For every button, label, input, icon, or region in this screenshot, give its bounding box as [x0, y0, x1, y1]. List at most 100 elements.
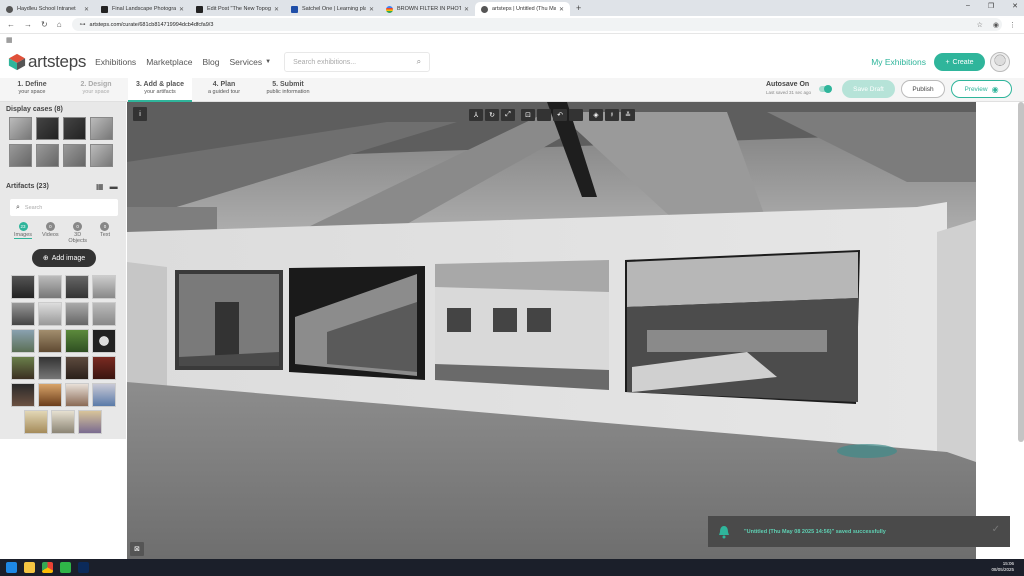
avatar[interactable]	[990, 52, 1010, 72]
nav-services[interactable]: Services ▼	[230, 57, 272, 67]
artsteps-logo[interactable]: artsteps	[8, 52, 86, 72]
nav-blog[interactable]: Blog	[203, 57, 220, 67]
display-case[interactable]	[63, 117, 86, 140]
artifact-thumbnail[interactable]	[92, 275, 116, 299]
artifact-thumbnail[interactable]	[65, 275, 89, 299]
nav-marketplace[interactable]: Marketplace	[146, 57, 192, 67]
home-icon[interactable]: ⌂	[57, 20, 62, 29]
close-icon[interactable]: ✕	[559, 6, 564, 13]
artifact-thumbnail[interactable]	[65, 356, 89, 380]
artifact-thumbnail[interactable]	[92, 302, 116, 326]
gallery-artwork[interactable]	[289, 266, 425, 380]
create-button[interactable]: + Create	[934, 53, 985, 71]
bookmark-star-icon[interactable]: ☆	[977, 21, 983, 29]
apps-grid-icon[interactable]: ▦	[6, 36, 13, 44]
artifact-thumbnail[interactable]	[11, 383, 35, 407]
close-icon[interactable]: ✕	[84, 6, 89, 13]
filter-videos[interactable]: 0 Videos	[37, 222, 63, 244]
artifact-thumbnail[interactable]	[51, 410, 75, 434]
preview-button[interactable]: Preview ◉	[951, 80, 1012, 98]
photoshop-icon[interactable]	[78, 562, 89, 573]
tab-satchel[interactable]: Satchel One | Learning platform✕	[285, 2, 380, 16]
check-icon[interactable]: ✓	[992, 524, 1000, 535]
artifact-thumbnail[interactable]	[65, 383, 89, 407]
display-case[interactable]	[63, 144, 86, 167]
publish-button[interactable]: Publish	[901, 80, 945, 98]
tab-edit-post[interactable]: Edit Post "The New Topographi✕	[190, 2, 285, 16]
profile-icon[interactable]: ◉	[993, 21, 999, 29]
artifact-thumbnail[interactable]	[38, 329, 62, 353]
close-window-icon[interactable]: ✕	[1012, 2, 1018, 10]
artifact-thumbnail[interactable]	[11, 275, 35, 299]
my-exhibitions-link[interactable]: My Exhibitions	[871, 57, 926, 67]
minimize-icon[interactable]: –	[966, 2, 970, 10]
step-add-place[interactable]: 3. Add & place your artifacts	[128, 78, 192, 102]
page-scrollbar[interactable]	[1018, 102, 1024, 442]
artifact-thumbnail[interactable]	[65, 302, 89, 326]
artifact-thumbnail[interactable]	[65, 329, 89, 353]
3d-gallery-viewport[interactable]: i ⅄ ↻ ⤢ ⊡ ↶ ◈ ☿ ≚ ⊠	[127, 102, 976, 559]
exhibition-search-input[interactable]: Search exhibitions... ⌕	[284, 52, 431, 72]
gallery-artwork[interactable]	[175, 270, 283, 370]
step-submit[interactable]: 5. Submit public information	[256, 78, 320, 102]
chrome-icon[interactable]	[42, 562, 53, 573]
display-case[interactable]	[9, 117, 32, 140]
step-define[interactable]: 1. Define your space	[0, 78, 64, 102]
display-case[interactable]	[90, 144, 113, 167]
artifact-thumbnail[interactable]	[38, 302, 62, 326]
artifact-thumbnail[interactable]	[11, 356, 35, 380]
tab-artsteps[interactable]: artsteps | Untitled (Thu May 08✕	[475, 2, 570, 16]
select-tool-button[interactable]: ⊡	[521, 109, 535, 121]
display-case[interactable]	[36, 117, 59, 140]
artifact-thumbnail[interactable]	[92, 356, 116, 380]
app-icon[interactable]	[60, 562, 71, 573]
walk-mode-button[interactable]: ☿	[605, 109, 619, 121]
artifact-thumbnail[interactable]	[11, 329, 35, 353]
tab-google[interactable]: BROWN FILTER IN PHOTOS fo...✕	[380, 2, 475, 16]
display-case[interactable]	[36, 144, 59, 167]
artifact-thumbnail[interactable]	[38, 356, 62, 380]
close-icon[interactable]: ✕	[274, 6, 279, 13]
step-design[interactable]: 2. Design your space	[64, 78, 128, 102]
file-explorer-icon[interactable]	[24, 562, 35, 573]
grid-view-icon[interactable]: ▦	[96, 182, 104, 191]
redo-button[interactable]	[569, 109, 583, 121]
autosave-toggle[interactable]	[819, 85, 832, 93]
display-case[interactable]	[9, 144, 32, 167]
screenshot-button[interactable]: ⊠	[130, 542, 144, 556]
new-tab-button[interactable]: +	[576, 3, 581, 13]
rotate-button[interactable]: ↻	[485, 109, 499, 121]
artifact-thumbnail[interactable]	[11, 302, 35, 326]
gallery-artwork[interactable]	[435, 260, 609, 390]
close-icon[interactable]: ✕	[369, 6, 374, 13]
move-gizmo-button[interactable]: ⅄	[469, 109, 483, 121]
start-icon[interactable]	[6, 562, 17, 573]
save-draft-button[interactable]: Save Draft	[842, 80, 895, 98]
artifact-thumbnail[interactable]	[92, 329, 116, 353]
url-field[interactable]: ⊶ artsteps.com/curate/681cb814719994dcb4d…	[71, 18, 1002, 31]
artifact-search-input[interactable]: ⌕ Search	[10, 199, 118, 216]
artifact-thumbnail[interactable]	[38, 383, 62, 407]
maximize-icon[interactable]: ❐	[988, 2, 994, 10]
gallery-artwork[interactable]	[625, 250, 860, 404]
forward-icon[interactable]: →	[24, 20, 32, 29]
artifact-thumbnail[interactable]	[92, 383, 116, 407]
filter-text[interactable]: 0 Text	[92, 222, 118, 244]
info-button[interactable]: i	[133, 107, 147, 121]
site-info-icon[interactable]: ⊶	[80, 21, 86, 28]
fullscreen-button[interactable]: ⤢	[501, 109, 515, 121]
close-icon[interactable]: ✕	[464, 6, 469, 13]
artifact-thumbnail[interactable]	[24, 410, 48, 434]
step-plan[interactable]: 4. Plan a guided tour	[192, 78, 256, 102]
tool-button[interactable]	[537, 109, 551, 121]
artifact-thumbnail[interactable]	[78, 410, 102, 434]
reload-icon[interactable]: ↻	[41, 20, 48, 29]
artifact-thumbnail[interactable]	[38, 275, 62, 299]
close-icon[interactable]: ✕	[179, 6, 184, 13]
nav-exhibitions[interactable]: Exhibitions	[95, 57, 136, 67]
add-image-button[interactable]: ⊕ Add image	[32, 249, 96, 267]
undo-button[interactable]: ↶	[553, 109, 567, 121]
tab-intranet[interactable]: Haydleu School Intranet ✕	[0, 2, 95, 16]
fly-mode-button[interactable]: ≚	[621, 109, 635, 121]
folder-icon[interactable]: ▬	[110, 182, 118, 191]
